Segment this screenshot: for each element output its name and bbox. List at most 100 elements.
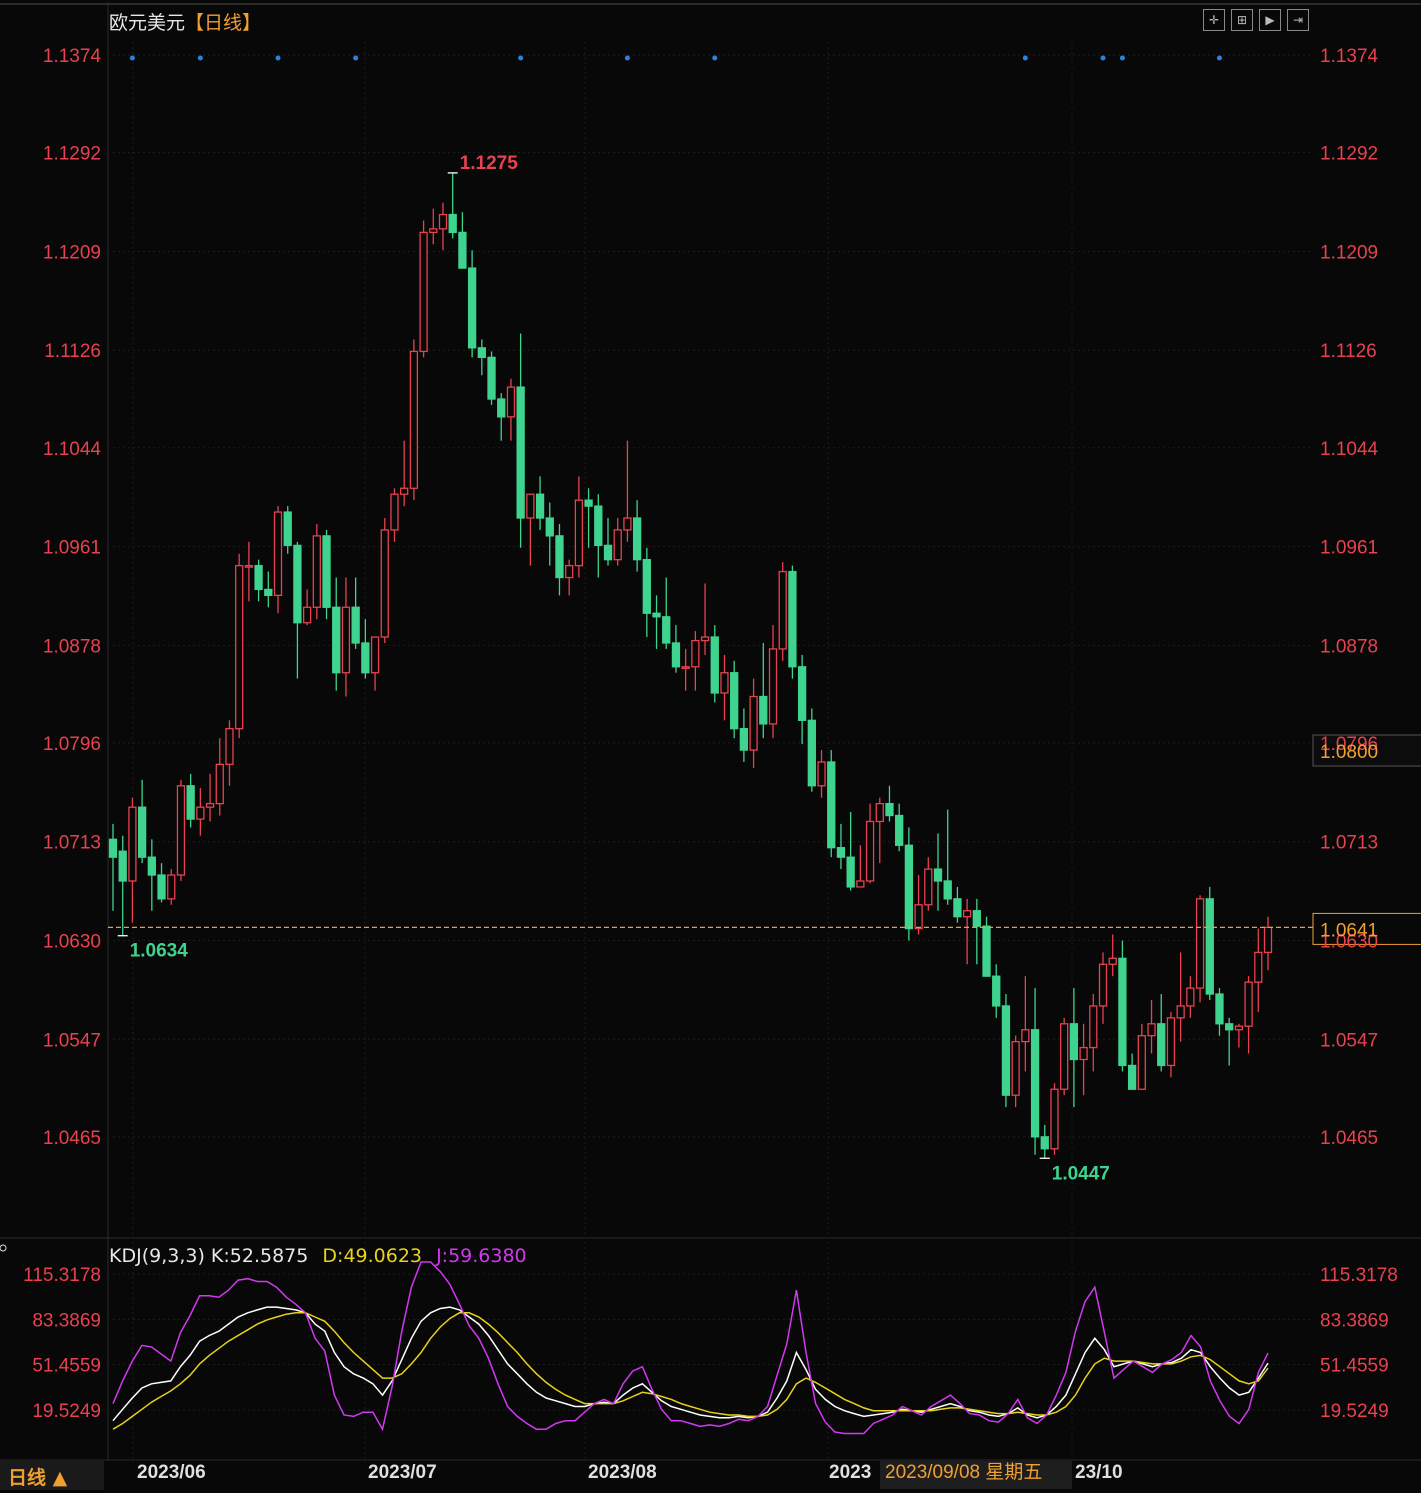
price-tick-right: 1.1044 — [1320, 439, 1379, 460]
candle-body — [1234, 1025, 1244, 1031]
candle-body — [700, 636, 710, 642]
kdj-header: KDJ(9,3,3) K:52.5875 D:49.0623 J:59.6380 — [109, 1245, 527, 1267]
candle-body — [108, 838, 118, 858]
candle-body — [438, 213, 448, 230]
candle-body — [681, 666, 690, 669]
candle-body — [167, 874, 176, 900]
candle-body — [545, 517, 554, 537]
candle-body — [1166, 1017, 1176, 1067]
candle-body — [380, 529, 389, 638]
candle-body — [215, 763, 224, 805]
candle-body — [1030, 1029, 1040, 1138]
play-icon[interactable]: ▶ — [1259, 9, 1281, 31]
step-icon[interactable]: ⇥ — [1287, 9, 1309, 31]
low-annotation: 1.0634 — [130, 941, 189, 962]
candle-body — [739, 728, 749, 751]
chart-header: 欧元美元【日线】 — [109, 12, 261, 34]
signal-dot — [129, 55, 135, 61]
candle-body — [691, 639, 700, 668]
kdj-name: KDJ(9,3,3) — [109, 1245, 205, 1267]
signal-dot — [353, 55, 359, 61]
candle-body — [933, 868, 943, 882]
candle-body — [409, 350, 419, 489]
candle-body — [293, 544, 302, 624]
price-tick-right: 1.0713 — [1320, 833, 1378, 854]
candle-body — [865, 820, 875, 882]
crosshair-icon[interactable]: ✛ — [1203, 9, 1225, 31]
candle-body — [477, 347, 486, 359]
candle-body — [759, 695, 768, 725]
period-switch-button[interactable]: 日线 ▲ — [0, 1460, 104, 1490]
price-tick-right: 1.1374 — [1320, 46, 1379, 67]
candle-body — [332, 606, 341, 674]
date-label: 23/10 — [1075, 1462, 1123, 1483]
candle-body — [953, 898, 962, 918]
candle-body — [147, 856, 156, 876]
candle-body — [1069, 1023, 1079, 1061]
kdj-tick-right: 19.5249 — [1320, 1401, 1389, 1422]
candle-body — [632, 517, 642, 561]
price-tick-left: 1.1374 — [43, 46, 102, 67]
price-tick-left: 1.0713 — [43, 833, 101, 854]
signal-dot — [275, 55, 281, 61]
candle-body — [972, 910, 981, 927]
candle-body — [613, 529, 622, 561]
kdj-d-value: D:49.0623 — [322, 1245, 423, 1267]
signal-dot — [624, 55, 630, 61]
candle-body — [351, 606, 360, 644]
zoom-icon[interactable]: ⊞ — [1231, 9, 1253, 31]
candle-body — [1021, 1029, 1030, 1043]
candle-body — [1079, 1046, 1088, 1061]
date-label: 2023 — [829, 1462, 871, 1483]
candle-body — [225, 728, 234, 766]
candle-body — [458, 231, 467, 269]
kdj-k-value: K:52.5875 — [210, 1245, 309, 1267]
candle-body — [1263, 926, 1273, 954]
candle-body — [768, 648, 778, 725]
signal-dot — [1119, 55, 1125, 61]
crosshair-date: 2023/09/08 星期五 — [885, 1461, 1042, 1483]
date-label: 2023/06 — [137, 1462, 206, 1483]
candle-body — [497, 398, 506, 418]
candle-body — [904, 844, 914, 930]
candle-body — [603, 544, 613, 561]
candle-body — [584, 499, 593, 507]
candle-body — [312, 535, 321, 608]
candle-body — [302, 606, 312, 624]
candle-body — [128, 806, 137, 882]
kdj-tick-left: 51.4559 — [32, 1356, 101, 1377]
signal-dot — [1216, 55, 1222, 61]
period-tag[interactable]: 【日线】 — [185, 12, 261, 34]
candle-body — [671, 642, 681, 668]
chart-canvas[interactable]: 1.1374 1.1374 1.1292 1.1292 1.1209 1.1209 1.11… — [0, 0, 1421, 1493]
candle-body — [594, 505, 603, 547]
date-label: 2023/07 — [368, 1462, 437, 1483]
candle-body — [535, 493, 545, 519]
price-tick-right: 1.1126 — [1320, 341, 1377, 362]
candle-body — [856, 880, 865, 888]
candle-body — [992, 975, 1001, 1007]
candle-body — [516, 386, 525, 519]
candle-body — [341, 606, 351, 674]
candle-body — [361, 642, 370, 674]
candle-body — [846, 856, 855, 888]
candle-body — [157, 874, 166, 900]
candle-body — [1127, 1064, 1137, 1090]
price-tick-right: 1.0465 — [1320, 1128, 1378, 1149]
candle-body — [526, 493, 535, 519]
kdj-tick-right: 115.3178 — [1320, 1265, 1398, 1286]
low-annotation: 1.0447 — [1052, 1163, 1110, 1184]
candle-body — [205, 802, 215, 808]
candle-body — [895, 814, 904, 846]
candle-body — [1147, 1023, 1156, 1037]
candle-body — [1176, 1005, 1185, 1019]
candle-body — [429, 228, 438, 234]
candle-body — [730, 672, 739, 730]
price-tick-left: 1.1209 — [43, 242, 101, 263]
candle-body — [283, 511, 292, 547]
signal-dot — [197, 55, 203, 61]
candle-body — [1215, 993, 1224, 1025]
candle-body — [807, 719, 816, 787]
candle-body — [662, 616, 671, 644]
price-tick-left: 1.0630 — [43, 931, 101, 952]
